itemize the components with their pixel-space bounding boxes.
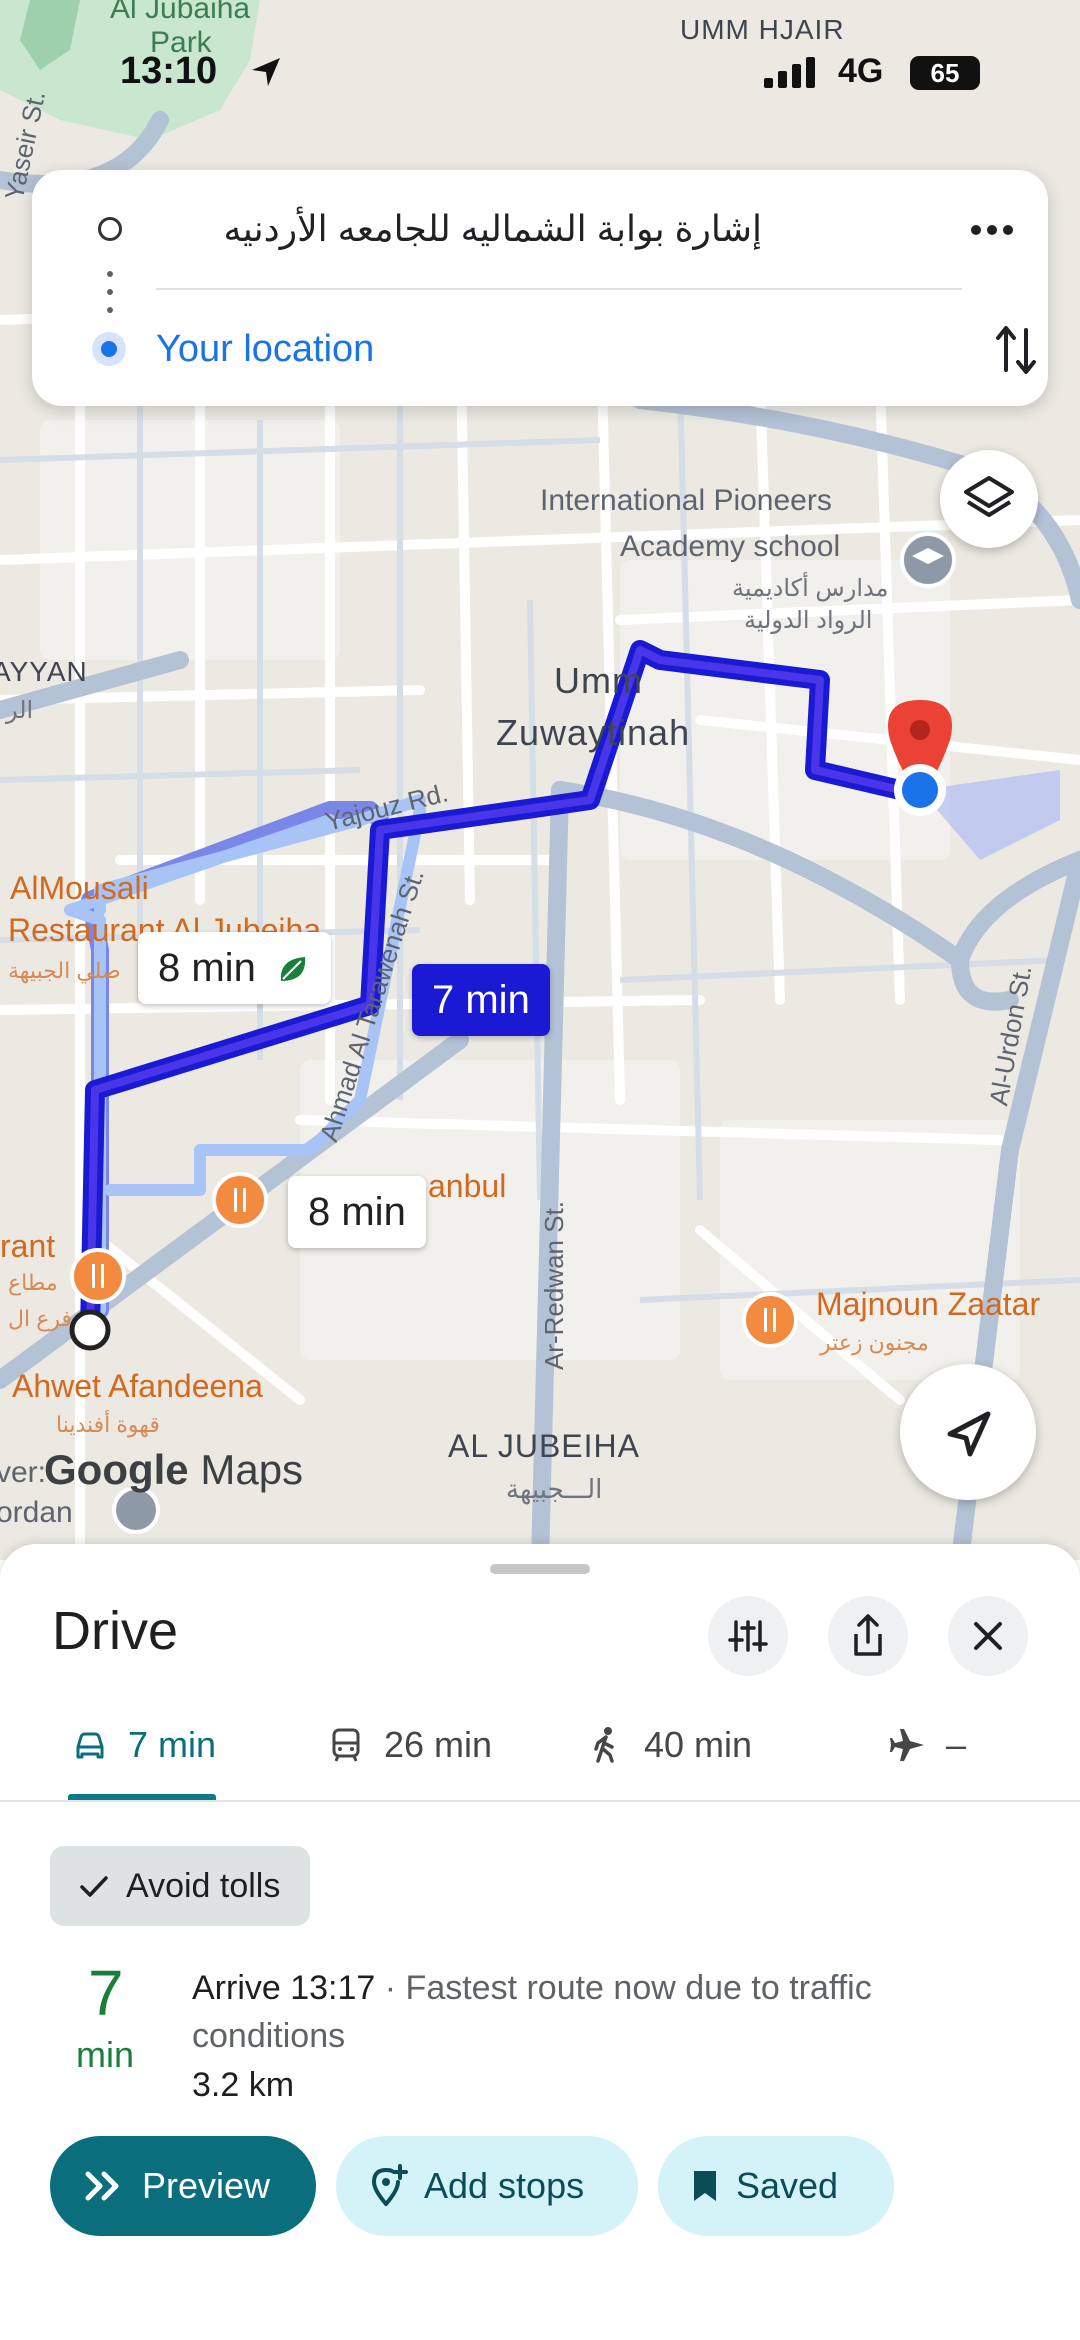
add-location-icon — [371, 2164, 408, 2206]
status-bar: 13:10 4G 65 — [0, 50, 1080, 100]
majnoun-zaatar-label-ar: مجنون زعتر — [820, 1330, 929, 1355]
your-location-dot-icon — [92, 332, 126, 366]
tune-icon — [728, 1620, 768, 1652]
travel-mode-tabs: 7 min 26 min 40 min – — [0, 1690, 1080, 1802]
al-jubeiha-label: AL JUBEIHA — [448, 1428, 640, 1464]
ahwet-label: Ahwet Afandeena — [12, 1368, 263, 1404]
route-chip-selected-label: 7 min — [432, 978, 530, 1022]
ordan-label: ordan — [0, 1496, 73, 1529]
destination-field[interactable]: Your location — [156, 328, 374, 371]
ver-label: ver: — [0, 1456, 47, 1489]
google-logo-text: Google — [44, 1446, 189, 1493]
cellular-signal-icon — [764, 57, 815, 88]
majnoun-zaatar-label: Majnoun Zaatar — [816, 1286, 1041, 1322]
arrive-time: Arrive 13:17 — [192, 1969, 376, 2007]
route-chip-alt-2[interactable]: 8 min — [288, 1176, 426, 1248]
sheet-title: Drive — [52, 1601, 179, 1661]
almousali-label-ar: صلي الجبيهة — [8, 958, 121, 983]
school-label-ar-2: الرواد الدولية — [744, 607, 873, 634]
directions-sheet: Drive 7 min 26 min 40 min – Avoid tolls … — [0, 1544, 1080, 2340]
layers-icon — [964, 476, 1014, 517]
route-chip-alt-1[interactable]: 8 min — [138, 932, 331, 1004]
double-chevron-icon — [85, 2171, 119, 2201]
umm-zuwaytinah-label-1: Umm — [554, 660, 643, 701]
check-icon — [80, 1876, 108, 1897]
route-distance: 3.2 km — [192, 2066, 295, 2104]
layers-button[interactable] — [940, 450, 1038, 548]
status-time: 13:10 — [120, 50, 218, 92]
eco-leaf-icon — [280, 957, 306, 981]
origin-circle-icon — [98, 217, 122, 241]
flight-icon — [890, 1729, 924, 1761]
tab-flight-label: – — [946, 1724, 967, 1765]
sheet-drag-handle[interactable] — [490, 1564, 590, 1574]
network-type: 4G — [838, 52, 884, 90]
al-jubeiha-label-ar: الـــجبيهة — [506, 1474, 603, 1504]
navigation-arrow-icon — [947, 1411, 991, 1457]
origin-row[interactable]: إشارة بوابة الشماليه للجامعه الأردنيه — [32, 170, 1048, 290]
route-chip-alt-2-label: 8 min — [308, 1190, 406, 1234]
park-label: Al Jubaiha — [110, 0, 251, 25]
destination-row[interactable]: Your location — [32, 290, 1048, 406]
route-summary[interactable]: Arrive 13:17 · Fastest route now due to … — [192, 1964, 1012, 2060]
eta-value: 7 — [88, 1957, 124, 2029]
avoid-tolls-label: Avoid tolls — [126, 1866, 281, 1905]
swap-directions-icon[interactable] — [992, 320, 1042, 380]
arrive-separator: · — [375, 1969, 406, 2007]
umm-hjair-label: UMM HJAIR — [680, 14, 845, 45]
route-options-button[interactable] — [708, 1596, 788, 1676]
restaurant-label-ar-2: فرع ال — [8, 1306, 72, 1331]
preview-label: Preview — [142, 2165, 271, 2206]
restaurant-label-ar-1: مطاع — [8, 1270, 58, 1295]
google-maps-logo: Google Maps — [44, 1446, 303, 1494]
close-icon — [974, 1622, 1002, 1650]
tab-transit-label: 26 min — [384, 1724, 493, 1765]
route-chip-alt-1-label: 8 min — [158, 946, 256, 990]
recenter-button[interactable] — [900, 1364, 1036, 1500]
almousali-label-1: AlMousali — [10, 870, 149, 906]
tab-drive[interactable]: 7 min — [70, 1690, 216, 1800]
tab-drive-label: 7 min — [128, 1724, 217, 1765]
battery-indicator: 65 — [910, 56, 980, 90]
rayyan-label-ar: الر — [6, 697, 34, 724]
add-stops-label: Add stops — [424, 2165, 585, 2206]
avoid-tolls-chip[interactable]: Avoid tolls — [50, 1846, 311, 1926]
close-button[interactable] — [948, 1596, 1028, 1676]
ar-redwan-street-label: Ar-Redwan St. — [539, 1200, 570, 1371]
eta-unit: min — [76, 2034, 135, 2075]
maps-logo-text: Maps — [200, 1446, 304, 1493]
saved-button[interactable]: Saved — [658, 2136, 894, 2236]
school-label-2: Academy school — [620, 530, 841, 563]
tab-walk-label: 40 min — [644, 1724, 753, 1765]
active-tab-indicator — [68, 1794, 216, 1800]
bookmark-icon — [694, 2171, 716, 2201]
umm-zuwaytinah-label-2: Zuwaytinah — [496, 712, 691, 753]
school-label-1: International Pioneers — [540, 484, 832, 517]
car-icon — [76, 1732, 104, 1759]
school-label-ar-1: مدارس أكاديمية — [732, 575, 889, 602]
saved-label: Saved — [736, 2165, 839, 2206]
share-button[interactable] — [828, 1596, 908, 1676]
directions-card: إشارة بوابة الشماليه للجامعه الأردنيه Yo… — [32, 170, 1048, 406]
tab-transit[interactable]: 26 min — [326, 1690, 492, 1800]
origin-field[interactable]: إشارة بوابة الشماليه للجامعه الأردنيه — [223, 208, 762, 250]
more-options-icon[interactable] — [962, 210, 1022, 250]
rayyan-label: AYYAN — [0, 656, 88, 687]
tab-walk[interactable]: 40 min — [586, 1690, 752, 1800]
tab-flight[interactable]: – — [888, 1690, 966, 1800]
route-chip-selected[interactable]: 7 min — [412, 964, 550, 1036]
add-stops-button[interactable]: Add stops — [336, 2136, 638, 2236]
ahwet-label-ar: قهوة أفندينا — [56, 1412, 160, 1437]
transit-icon — [332, 1728, 360, 1762]
preview-button[interactable]: Preview — [50, 2136, 316, 2236]
location-services-icon — [252, 58, 280, 86]
restaurant-label: rant — [0, 1228, 56, 1264]
walk-icon — [594, 1727, 614, 1763]
anbul-label: anbul — [428, 1168, 507, 1204]
share-icon — [854, 1614, 882, 1656]
